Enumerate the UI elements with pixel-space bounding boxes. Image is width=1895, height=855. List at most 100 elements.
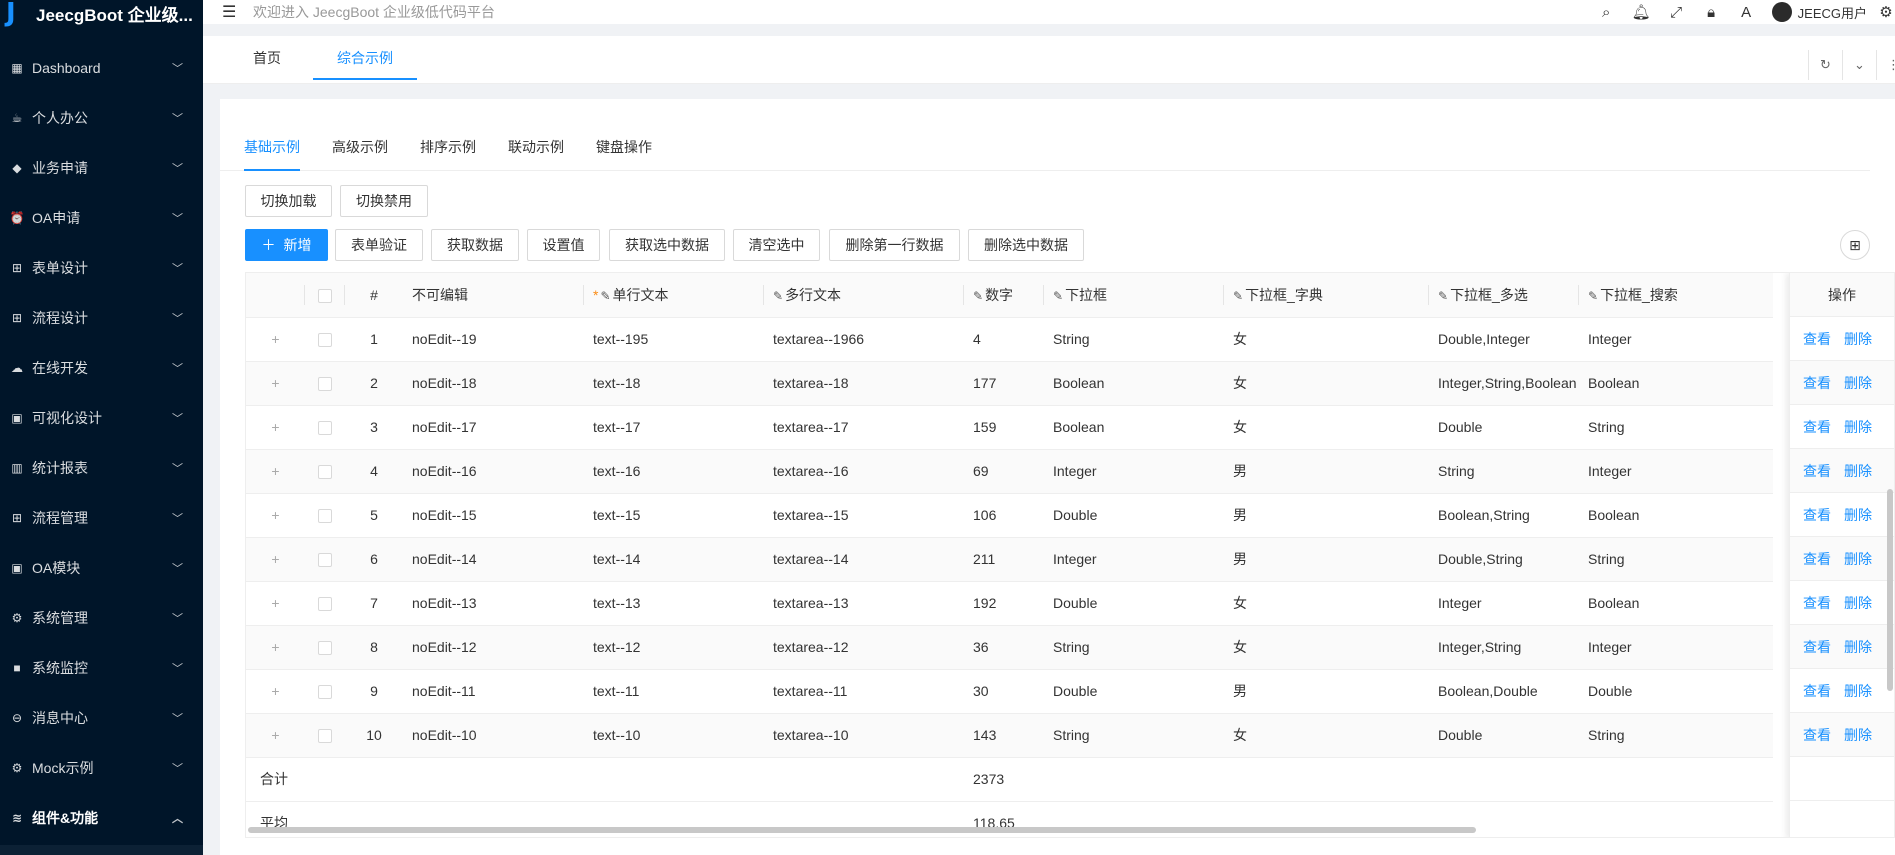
cell-select[interactable]: String	[1044, 317, 1224, 362]
view-link[interactable]: 查看	[1803, 593, 1831, 613]
cell-textarea[interactable]: textarea--10	[764, 713, 964, 758]
sidebar-item[interactable]: ☁ 在线开发 ﹀	[0, 343, 203, 393]
delete-link[interactable]: 删除	[1844, 681, 1872, 701]
cell-text[interactable]: text--16	[584, 449, 764, 494]
cell-select-search[interactable]: Integer	[1579, 625, 1773, 670]
tab-demo[interactable]: 综合示例	[313, 36, 417, 80]
table-row[interactable]: +9 noEdit--11 text--11 textarea--11 30 Double…	[246, 669, 1773, 714]
sidebar-item[interactable]: ■ 系统监控 ﹀	[0, 643, 203, 693]
delete-link[interactable]: 删除	[1844, 329, 1872, 349]
cell-select-search[interactable]: Integer	[1579, 449, 1773, 494]
cell-select-dict[interactable]: 女	[1224, 625, 1429, 670]
row-checkbox[interactable]	[318, 421, 332, 436]
cell-select-search[interactable]: Boolean	[1579, 581, 1773, 626]
delete-link[interactable]: 删除	[1844, 373, 1872, 393]
toggle-loading-button[interactable]: 切换加载	[245, 185, 332, 217]
cell-text[interactable]: text--11	[584, 669, 764, 714]
cell-text[interactable]: text--195	[584, 317, 764, 362]
table-row[interactable]: +6 noEdit--14 text--14 textarea--14 211 Integ…	[246, 537, 1773, 582]
view-link[interactable]: 查看	[1803, 329, 1831, 349]
cell-select[interactable]: Integer	[1044, 537, 1224, 582]
cell-select-dict[interactable]: 女	[1224, 713, 1429, 758]
horizontal-scrollbar[interactable]	[248, 827, 1476, 833]
row-checkbox[interactable]	[318, 641, 332, 656]
row-checkbox[interactable]	[318, 729, 332, 744]
fold-icon[interactable]: ⋮	[1876, 50, 1895, 80]
cell-select-dict[interactable]: 女	[1224, 317, 1429, 362]
lock-icon[interactable]: 🔒︎	[1694, 4, 1729, 21]
cell-select-multi[interactable]: Boolean,Double	[1429, 669, 1579, 714]
get-selected-button[interactable]: 获取选中数据	[609, 229, 725, 261]
cell-number[interactable]: 36	[964, 625, 1044, 670]
tab-sort[interactable]: 排序示例	[420, 137, 476, 171]
cell-select-multi[interactable]: Double,Integer	[1429, 317, 1579, 362]
row-checkbox[interactable]	[318, 333, 332, 348]
expand-icon[interactable]: +	[246, 449, 305, 494]
delete-first-row-button[interactable]: 删除第一行数据	[829, 229, 960, 261]
sidebar-item[interactable]: ⊞ 流程设计 ﹀	[0, 293, 203, 343]
translate-icon[interactable]: A	[1729, 4, 1764, 21]
cell-select-search[interactable]: String	[1579, 713, 1773, 758]
table-row[interactable]: +1 noEdit--19 text--195 textarea--1966 4 Stri…	[246, 317, 1773, 362]
bell-icon[interactable]: 🔔︎	[1624, 3, 1659, 21]
cell-textarea[interactable]: textarea--1966	[764, 317, 964, 362]
cell-select-search[interactable]: Integer	[1579, 317, 1773, 362]
table-row[interactable]: +5 noEdit--15 text--15 textarea--15 106 Doubl…	[246, 493, 1773, 538]
cell-textarea[interactable]: textarea--17	[764, 405, 964, 450]
view-link[interactable]: 查看	[1803, 373, 1831, 393]
view-link[interactable]: 查看	[1803, 417, 1831, 437]
cell-select-multi[interactable]: Integer	[1429, 581, 1579, 626]
delete-link[interactable]: 删除	[1844, 505, 1872, 525]
cell-select-search[interactable]: String	[1579, 405, 1773, 450]
expand-icon[interactable]: +	[246, 537, 305, 582]
cell-text[interactable]: text--18	[584, 361, 764, 406]
cell-text[interactable]: text--13	[584, 581, 764, 626]
table-row[interactable]: +4 noEdit--16 text--16 textarea--16 69 Intege…	[246, 449, 1773, 494]
cell-text[interactable]: text--14	[584, 537, 764, 582]
cell-select-search[interactable]: Boolean	[1579, 361, 1773, 406]
menu-fold-icon[interactable]: ☰	[222, 2, 240, 22]
delete-link[interactable]: 删除	[1844, 461, 1872, 481]
row-checkbox[interactable]	[318, 509, 332, 524]
add-button[interactable]: ＋ 新增	[245, 229, 328, 261]
sidebar-item[interactable]: ⏰ OA申请 ﹀	[0, 193, 203, 243]
delete-selected-button[interactable]: 删除选中数据	[968, 229, 1084, 261]
refresh-icon[interactable]: ↻	[1808, 50, 1842, 80]
cell-select-multi[interactable]: Boolean,String	[1429, 493, 1579, 538]
row-checkbox[interactable]	[318, 685, 332, 700]
delete-link[interactable]: 删除	[1844, 637, 1872, 657]
select-all-checkbox[interactable]	[318, 288, 332, 303]
vertical-scrollbar[interactable]	[1887, 489, 1893, 691]
sidebar-item[interactable]: ▦ Dashboard ﹀	[0, 43, 203, 93]
tab-linkage[interactable]: 联动示例	[508, 137, 564, 171]
cell-textarea[interactable]: textarea--18	[764, 361, 964, 406]
clear-selected-button[interactable]: 清空选中	[733, 229, 820, 261]
fullscreen-icon[interactable]: ⤢	[1659, 4, 1694, 21]
cell-select-search[interactable]: Double	[1579, 669, 1773, 714]
avatar[interactable]	[1771, 2, 1792, 22]
view-link[interactable]: 查看	[1803, 549, 1831, 569]
expand-icon[interactable]: +	[246, 493, 305, 538]
sidebar-item[interactable]: ⊞ 流程管理 ﹀	[0, 493, 203, 543]
table-row[interactable]: +3 noEdit--17 text--17 textarea--17 159 Boole…	[246, 405, 1773, 450]
row-checkbox[interactable]	[318, 553, 332, 568]
chevron-down-icon[interactable]: ⌄	[1842, 50, 1876, 80]
view-link[interactable]: 查看	[1803, 505, 1831, 525]
view-link[interactable]: 查看	[1803, 637, 1831, 657]
cell-textarea[interactable]: textarea--14	[764, 537, 964, 582]
row-checkbox[interactable]	[318, 597, 332, 612]
tab-home[interactable]: 首页	[229, 36, 305, 80]
cell-select-dict[interactable]: 男	[1224, 669, 1429, 714]
cell-number[interactable]: 143	[964, 713, 1044, 758]
view-link[interactable]: 查看	[1803, 461, 1831, 481]
table-row[interactable]: +2 noEdit--18 text--18 textarea--18 177 Boole…	[246, 361, 1773, 406]
expand-icon[interactable]: +	[246, 669, 305, 714]
expand-icon[interactable]: +	[246, 625, 305, 670]
table-row[interactable]: +7 noEdit--13 text--13 textarea--13 192 Doubl…	[246, 581, 1773, 626]
sidebar-item[interactable]: ▣ OA模块 ﹀	[0, 543, 203, 593]
expand-icon[interactable]: +	[246, 581, 305, 626]
cell-select[interactable]: Double	[1044, 581, 1224, 626]
cell-select[interactable]: String	[1044, 625, 1224, 670]
tab-basic[interactable]: 基础示例	[244, 137, 300, 171]
cell-select-multi[interactable]: Integer,String,Boolean	[1429, 361, 1579, 406]
